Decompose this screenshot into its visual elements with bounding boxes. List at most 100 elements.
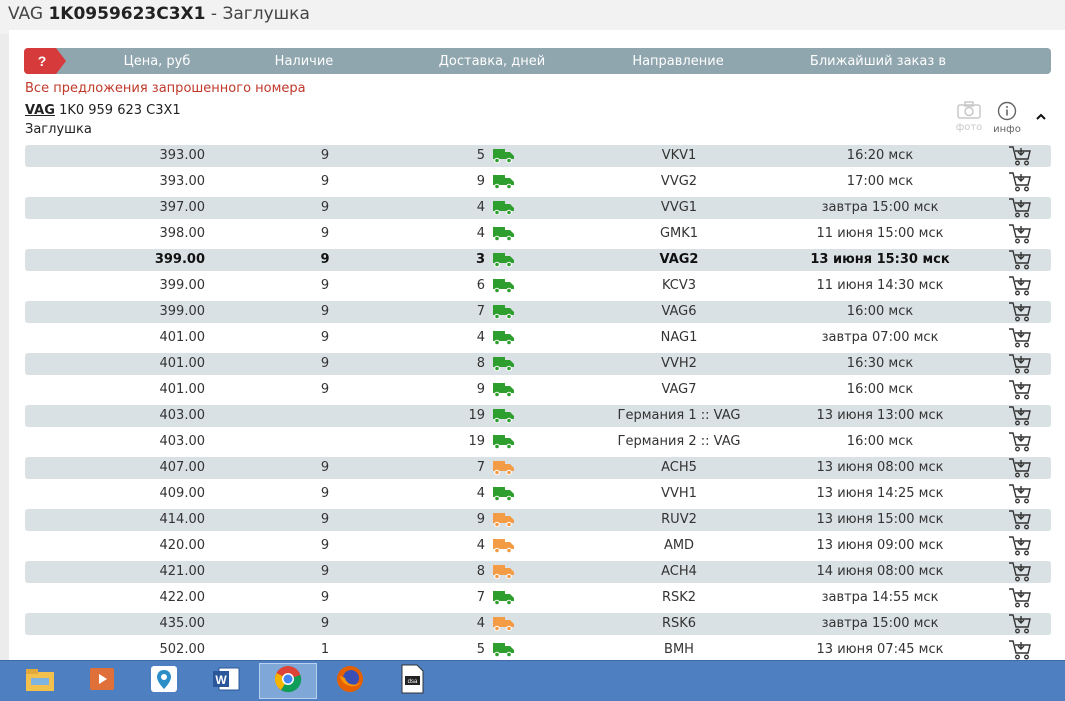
add-to-cart-icon[interactable] <box>1008 639 1032 661</box>
offer-price: 420.00 <box>159 538 206 553</box>
title-part-name: Заглушка <box>222 4 310 24</box>
taskbar-button[interactable]: W <box>204 663 248 699</box>
offer-price: 397.00 <box>159 200 206 215</box>
add-to-cart-icon[interactable] <box>1008 171 1032 193</box>
offer-price: 422.00 <box>159 590 206 605</box>
delivery-truck-icon <box>493 408 515 424</box>
table-row: 414.00 9 9 RUV2 13 июня 15:00 мск <box>25 507 1051 533</box>
header-price[interactable]: Цена, руб <box>124 54 191 69</box>
offer-nearest-order: 16:00 мск <box>846 304 914 319</box>
collapse-caret-icon[interactable] <box>1034 110 1048 124</box>
taskbar-button[interactable] <box>80 663 124 699</box>
offer-price: 398.00 <box>159 226 206 241</box>
offer-delivery-days: 7 <box>476 460 485 475</box>
add-to-cart-icon[interactable] <box>1008 457 1032 479</box>
table-row: 421.00 9 8 ACH4 14 июня 08:00 мск <box>25 559 1051 585</box>
add-to-cart-icon[interactable] <box>1008 197 1032 219</box>
svg-text:dsa: dsa <box>408 679 418 685</box>
info-icon <box>997 101 1017 121</box>
add-to-cart-icon[interactable] <box>1008 327 1032 349</box>
header-delivery[interactable]: Доставка, дней <box>439 54 545 69</box>
offer-stock: 9 <box>320 486 330 501</box>
question-badge-icon[interactable]: ? <box>24 48 66 74</box>
add-to-cart-icon[interactable] <box>1008 483 1032 505</box>
offer-delivery-days: 4 <box>476 226 485 241</box>
word-icon: W <box>211 665 241 697</box>
offer-direction: ACH4 <box>661 564 697 579</box>
offer-stock: 9 <box>320 174 330 189</box>
taskbar-button[interactable] <box>259 663 317 699</box>
offer-price: 401.00 <box>159 356 206 371</box>
offer-direction: Германия 2 :: VAG <box>617 434 741 449</box>
offer-delivery-days: 9 <box>476 512 485 527</box>
add-to-cart-icon[interactable] <box>1008 587 1032 609</box>
offer-direction: VVG2 <box>660 174 698 189</box>
taskbar: Wdsa <box>0 660 1065 701</box>
offer-price: 435.00 <box>159 616 206 631</box>
offer-delivery-days: 19 <box>468 408 485 423</box>
offer-delivery-days: 8 <box>476 356 485 371</box>
offer-direction: VAG7 <box>661 382 697 397</box>
table-row: 401.00 9 4 NAG1 завтра 07:00 мск <box>25 325 1051 351</box>
offer-nearest-order: завтра 15:00 мск <box>821 616 939 631</box>
offer-direction: VAG2 <box>659 252 699 267</box>
delivery-truck-icon <box>493 330 515 346</box>
add-to-cart-icon[interactable] <box>1008 223 1032 245</box>
offer-nearest-order: 11 июня 15:00 мск <box>816 226 944 241</box>
taskbar-button[interactable]: dsa <box>390 663 434 699</box>
offer-direction: VAG6 <box>661 304 697 319</box>
product-number: 1K0 959 623 C3X1 <box>59 103 181 118</box>
offer-nearest-order: 13 июня 14:25 мск <box>816 486 944 501</box>
offers-table: 393.00 9 5 VKV1 16:20 мск 393.00 9 9 VVG2 17:00 м… <box>25 143 1051 663</box>
question-badge-label: ? <box>38 53 47 69</box>
offer-direction: KCV3 <box>661 278 697 293</box>
chrome-icon <box>273 664 303 698</box>
taskbar-button[interactable] <box>328 663 372 699</box>
taskbar-button[interactable] <box>142 663 186 699</box>
product-description: Заглушка <box>25 122 92 137</box>
delivery-truck-icon <box>493 148 515 164</box>
delivery-truck-icon <box>493 564 515 580</box>
offer-nearest-order: 13 июня 07:45 мск <box>816 642 944 657</box>
photo-label: фото <box>955 122 983 133</box>
add-to-cart-icon[interactable] <box>1008 353 1032 375</box>
offer-delivery-days: 8 <box>476 564 485 579</box>
add-to-cart-icon[interactable] <box>1008 535 1032 557</box>
add-to-cart-icon[interactable] <box>1008 249 1032 271</box>
product-brand-link[interactable]: VAG <box>25 103 55 118</box>
offer-price: 399.00 <box>159 304 206 319</box>
delivery-truck-icon <box>493 252 515 268</box>
delivery-truck-icon <box>493 226 515 242</box>
add-to-cart-icon[interactable] <box>1008 379 1032 401</box>
offer-direction: RSK6 <box>661 616 697 631</box>
add-to-cart-icon[interactable] <box>1008 561 1032 583</box>
add-to-cart-icon[interactable] <box>1008 613 1032 635</box>
header-direction[interactable]: Направление <box>632 54 723 69</box>
offer-stock: 9 <box>320 148 330 163</box>
add-to-cart-icon[interactable] <box>1008 145 1032 167</box>
title-brand: VAG <box>8 4 44 24</box>
offer-delivery-days: 19 <box>468 434 485 449</box>
header-nearest-order[interactable]: Ближайший заказ в <box>810 54 946 69</box>
offer-price: 421.00 <box>159 564 206 579</box>
taskbar-button[interactable] <box>18 663 62 699</box>
add-to-cart-icon[interactable] <box>1008 301 1032 323</box>
offer-price: 414.00 <box>159 512 206 527</box>
photo-button[interactable]: фото <box>953 101 985 133</box>
all-offers-note: Все предложения запрошенного номера <box>25 81 306 96</box>
add-to-cart-icon[interactable] <box>1008 275 1032 297</box>
add-to-cart-icon[interactable] <box>1008 405 1032 427</box>
add-to-cart-icon[interactable] <box>1008 431 1032 453</box>
add-to-cart-icon[interactable] <box>1008 509 1032 531</box>
offer-stock: 9 <box>320 304 330 319</box>
offer-direction: Германия 1 :: VAG <box>617 408 741 423</box>
info-button[interactable]: инфо <box>991 101 1023 135</box>
delivery-truck-icon <box>493 486 515 502</box>
offer-direction: VVH2 <box>661 356 697 371</box>
offer-delivery-days: 5 <box>476 148 485 163</box>
offer-nearest-order: 13 июня 15:30 мск <box>810 252 950 267</box>
header-stock[interactable]: Наличие <box>275 54 334 69</box>
offer-delivery-days: 5 <box>476 642 485 657</box>
offer-nearest-order: 14 июня 08:00 мск <box>816 564 944 579</box>
offer-price: 502.00 <box>159 642 206 657</box>
